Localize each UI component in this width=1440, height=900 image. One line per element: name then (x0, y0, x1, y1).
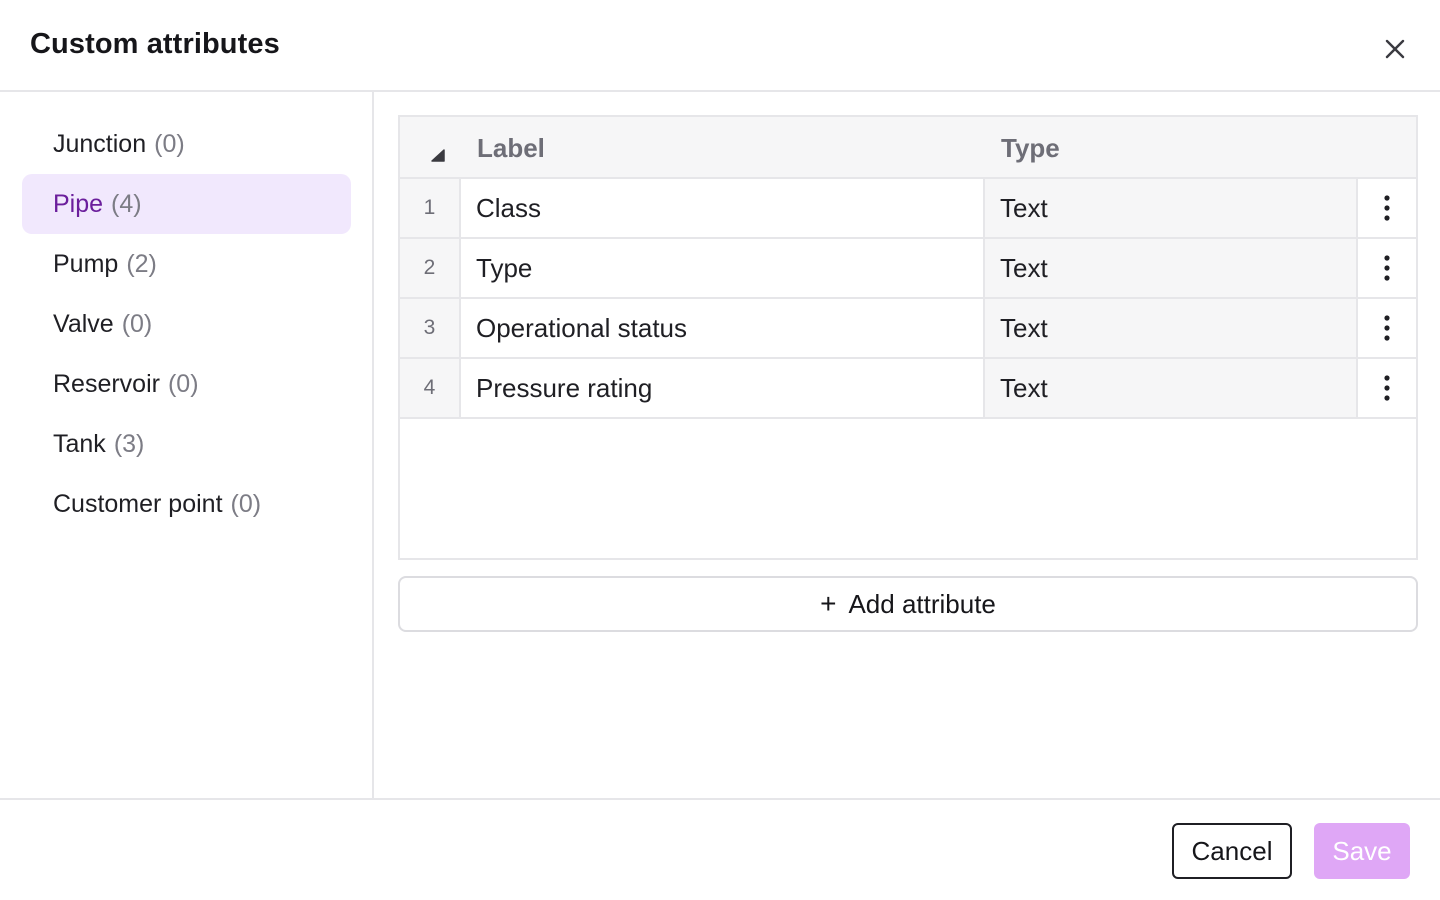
sidebar-item-count: (4) (111, 189, 142, 218)
sidebar-item-junction[interactable]: Junction (0) (22, 114, 351, 174)
label-cell[interactable]: Class (461, 179, 985, 237)
sidebar-item-tank[interactable]: Tank (3) (22, 414, 351, 474)
sidebar-item-label: Valve (53, 309, 114, 338)
sidebar-item-count: (0) (154, 129, 185, 158)
sidebar-item-label: Customer point (53, 489, 223, 518)
add-attribute-label: Add attribute (848, 588, 996, 619)
row-menu-button[interactable] (1358, 359, 1416, 417)
sidebar-item-count: (0) (230, 489, 262, 518)
sidebar-item-count: (0) (121, 309, 153, 338)
table-row: 1 Class Text (400, 179, 1416, 239)
more-vertical-icon (1384, 255, 1390, 281)
dialog-footer: Cancel Save (0, 798, 1440, 900)
table-row: 3 Operational status Text (400, 299, 1416, 359)
sidebar-item-valve[interactable]: Valve (0) (22, 294, 351, 354)
row-number: 2 (400, 239, 461, 297)
sidebar-item-pipe[interactable]: Pipe (4) (22, 174, 351, 234)
label-cell[interactable]: Operational status (461, 299, 985, 357)
row-number: 3 (400, 299, 461, 357)
row-number: 1 (400, 179, 461, 237)
type-cell: Text (985, 359, 1358, 417)
row-menu-button[interactable] (1358, 299, 1416, 357)
attributes-panel: Label Type 1 Class Text 2 Type Text 3 Op… (376, 92, 1440, 798)
save-button[interactable]: Save (1314, 823, 1410, 879)
more-vertical-icon (1384, 195, 1390, 221)
custom-attributes-dialog: Custom attributes Junction (0) Pipe (4) … (0, 0, 1440, 900)
element-type-sidebar: Junction (0) Pipe (4) Pump (2) Valve (0)… (0, 92, 374, 798)
sidebar-item-count: (2) (126, 249, 157, 278)
more-vertical-icon (1384, 315, 1390, 341)
corner-triangle-icon[interactable] (430, 147, 446, 163)
row-menu-button[interactable] (1358, 239, 1416, 297)
close-button[interactable] (1376, 30, 1414, 68)
sidebar-item-count: (0) (167, 369, 199, 398)
type-cell: Text (985, 299, 1358, 357)
attributes-table: Label Type 1 Class Text 2 Type Text 3 Op… (398, 115, 1418, 560)
column-header-label: Label (477, 132, 545, 163)
table-row: 2 Type Text (400, 239, 1416, 299)
sidebar-item-label: Pump (53, 249, 119, 278)
column-header-type: Type (1001, 132, 1060, 163)
row-number: 4 (400, 359, 461, 417)
sidebar-item-label: Pipe (53, 189, 104, 218)
sidebar-item-reservoir[interactable]: Reservoir (0) (22, 354, 351, 414)
label-cell[interactable]: Pressure rating (461, 359, 985, 417)
sidebar-item-label: Reservoir (53, 369, 160, 398)
plus-icon: + (820, 588, 837, 619)
dialog-title: Custom attributes (30, 28, 280, 60)
sidebar-item-label: Tank (53, 429, 106, 458)
dialog-header: Custom attributes (0, 0, 1440, 92)
close-icon (1385, 39, 1405, 59)
table-header: Label Type (400, 117, 1416, 179)
row-menu-button[interactable] (1358, 179, 1416, 237)
add-attribute-button[interactable]: + Add attribute (398, 576, 1418, 632)
sidebar-item-count: (3) (113, 429, 145, 458)
sidebar-item-pump[interactable]: Pump (2) (22, 234, 351, 294)
dialog-body: Junction (0) Pipe (4) Pump (2) Valve (0)… (0, 92, 1440, 798)
table-row: 4 Pressure rating Text (400, 359, 1416, 419)
more-vertical-icon (1384, 375, 1390, 401)
sidebar-item-label: Junction (53, 129, 147, 158)
cancel-button[interactable]: Cancel (1172, 823, 1292, 879)
sidebar-item-customer-point[interactable]: Customer point (0) (22, 474, 351, 534)
type-cell: Text (985, 179, 1358, 237)
label-cell[interactable]: Type (461, 239, 985, 297)
type-cell: Text (985, 239, 1358, 297)
